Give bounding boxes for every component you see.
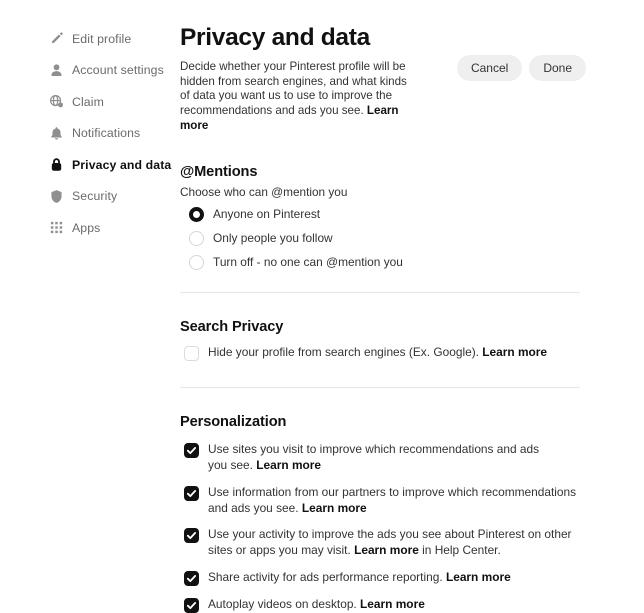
page-header: Privacy and data Decide whether your Pin… <box>180 24 644 133</box>
hide-profile-checkbox[interactable] <box>184 346 199 362</box>
settings-main-panel: Privacy and data Decide whether your Pin… <box>180 0 644 613</box>
personalization-option-row[interactable]: Use information from our partners to imp… <box>180 485 644 517</box>
sidebar-item-edit-profile[interactable]: Edit profile <box>0 28 180 49</box>
page-title: Privacy and data <box>180 24 370 51</box>
shield-icon <box>48 188 65 205</box>
personalization-option-label: Share activity for ads performance repor… <box>208 570 511 586</box>
sidebar-item-label: Security <box>72 189 118 203</box>
radio-selected-icon[interactable] <box>189 207 204 223</box>
personalization-option-row[interactable]: Share activity for ads performance repor… <box>180 570 644 586</box>
sidebar-item-claim[interactable]: Claim <box>0 91 180 112</box>
mentions-option-label: Only people you follow <box>213 231 333 246</box>
search-privacy-section: Search Privacy Hide your profile from se… <box>180 319 644 362</box>
personalization-heading: Personalization <box>180 414 287 431</box>
divider-2 <box>180 387 580 389</box>
lock-icon <box>48 156 65 173</box>
settings-sidebar: Edit profile Account settings Claim Notific… <box>0 0 180 593</box>
person-icon <box>48 62 65 79</box>
personalization-checkbox[interactable] <box>184 597 199 613</box>
bell-icon <box>48 125 65 142</box>
personalization-option-text-after: in Help Center. <box>422 543 501 558</box>
mentions-helper-text: Choose who can @mention you <box>180 185 348 200</box>
sidebar-item-privacy-and-data[interactable]: Privacy and data <box>0 154 180 175</box>
sidebar-item-label: Account settings <box>72 63 164 77</box>
sidebar-item-account-settings[interactable]: Account settings <box>0 60 180 81</box>
sidebar-item-apps[interactable]: Apps <box>0 217 180 238</box>
mentions-option-label: Anyone on Pinterest <box>213 207 321 222</box>
page-description: Decide whether your Pinterest profile wi… <box>180 60 418 133</box>
cancel-button[interactable]: Cancel <box>456 55 523 81</box>
sidebar-item-label: Notifications <box>72 126 141 140</box>
mentions-option-row[interactable]: Turn off - no one can @mention you <box>180 254 644 271</box>
personalization-checkbox[interactable] <box>184 528 199 544</box>
mentions-radio-group: Anyone on Pinterest Only people you follo… <box>180 206 644 271</box>
personalization-checkbox[interactable] <box>184 570 199 586</box>
sidebar-item-label: Apps <box>72 220 101 235</box>
personalization-learn-more-link[interactable]: Learn more <box>446 570 511 584</box>
mentions-heading: @Mentions <box>180 164 258 181</box>
header-text-block: Privacy and data Decide whether your Pin… <box>180 24 430 133</box>
globe-badge-icon <box>48 93 65 110</box>
mentions-section: @Mentions Choose who can @mention you An… <box>180 164 644 271</box>
mentions-option-row[interactable]: Anyone on Pinterest <box>180 206 644 223</box>
personalization-learn-more-link[interactable]: Learn more <box>302 501 367 515</box>
sidebar-item-label: Privacy and data <box>72 157 172 172</box>
search-privacy-option-row[interactable]: Hide your profile from search engines (E… <box>180 345 644 362</box>
personalization-learn-more-link[interactable]: Learn more <box>256 458 321 472</box>
personalization-option-row[interactable]: Autoplay videos on desktop. Learn more <box>180 597 644 613</box>
personalization-learn-more-link[interactable]: Learn more <box>360 597 425 611</box>
pencil-icon <box>48 30 65 47</box>
personalization-option-row[interactable]: Use your activity to improve the ads you… <box>180 527 644 559</box>
mentions-option-label: Turn off - no one can @mention you <box>213 255 403 270</box>
personalization-option-text: Autoplay videos on desktop. <box>208 596 357 611</box>
personalization-section: Personalization Use sites you visit to i… <box>180 414 644 613</box>
personalization-checkbox[interactable] <box>184 443 199 459</box>
header-actions: Cancel Done <box>456 55 586 81</box>
hide-profile-text: Hide your profile from search engines (E… <box>208 345 479 360</box>
sidebar-item-label: Claim <box>72 94 104 109</box>
personalization-option-text: Share activity for ads performance repor… <box>208 569 443 584</box>
sidebar-item-notifications[interactable]: Notifications <box>0 123 180 144</box>
personalization-option-label: Use your activity to improve the ads you… <box>208 527 586 559</box>
personalization-option-label: Use information from our partners to imp… <box>208 485 586 517</box>
personalization-checkbox[interactable] <box>184 485 199 501</box>
radio-unselected-icon[interactable] <box>189 255 204 271</box>
personalization-checkbox-group: Use sites you visit to improve which rec… <box>180 442 644 613</box>
sidebar-item-label: Edit profile <box>72 31 132 46</box>
personalization-learn-more-link[interactable]: Learn more <box>354 543 419 557</box>
done-button[interactable]: Done <box>529 55 586 81</box>
settings-page: Edit profile Account settings Claim Notific… <box>0 0 644 613</box>
grid-dots-icon <box>48 219 65 236</box>
personalization-option-label: Autoplay videos on desktop. Learn more <box>208 597 425 613</box>
search-privacy-heading: Search Privacy <box>180 319 284 336</box>
radio-unselected-icon[interactable] <box>189 231 204 247</box>
personalization-option-text: Use information from our partners to imp… <box>208 484 577 515</box>
sidebar-item-security[interactable]: Security <box>0 186 180 207</box>
divider-1 <box>180 292 580 294</box>
hide-profile-label: Hide your profile from search engines (E… <box>208 345 547 361</box>
personalization-option-label: Use sites you visit to improve which rec… <box>208 442 560 474</box>
personalization-option-row[interactable]: Use sites you visit to improve which rec… <box>180 442 644 474</box>
mentions-option-row[interactable]: Only people you follow <box>180 230 644 247</box>
search-privacy-learn-more-link[interactable]: Learn more <box>482 345 547 359</box>
